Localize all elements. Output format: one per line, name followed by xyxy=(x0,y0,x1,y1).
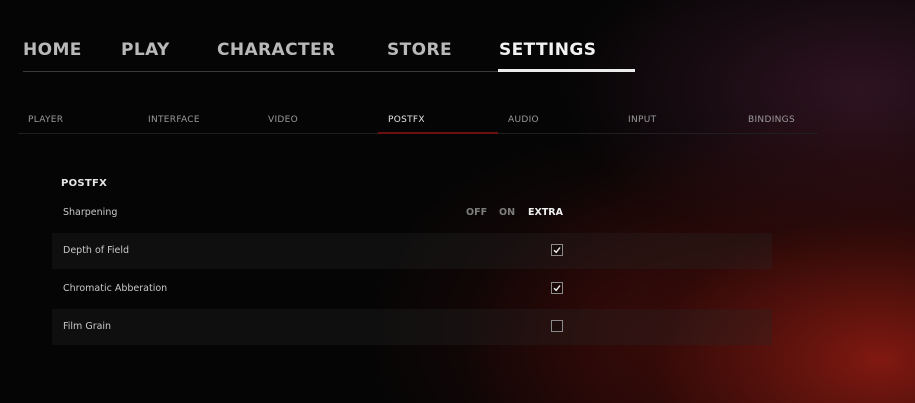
nav-tab-settings[interactable]: SETTINGS xyxy=(499,40,596,64)
subtab-postfx[interactable]: POSTFX xyxy=(378,104,498,134)
checkmark-icon xyxy=(553,285,561,292)
chromatic-abberation-label: Chromatic Abberation xyxy=(63,283,168,294)
subtab-video[interactable]: VIDEO xyxy=(258,104,378,134)
nav-tab-store[interactable]: STORE xyxy=(387,40,452,64)
setting-row-film-grain: Film Grain xyxy=(52,309,772,345)
subtab-player[interactable]: PLAYER xyxy=(18,104,138,134)
sharpening-option-off[interactable]: OFF xyxy=(466,207,487,218)
nav-active-indicator xyxy=(498,69,635,72)
nav-tab-play[interactable]: PLAY xyxy=(121,40,170,64)
subtab-audio[interactable]: AUDIO xyxy=(498,104,618,134)
film-grain-checkbox[interactable] xyxy=(551,320,563,332)
setting-row-sharpening: Sharpening OFF ON EXTRA xyxy=(52,195,772,231)
film-grain-label: Film Grain xyxy=(63,321,112,332)
sharpening-option-on[interactable]: ON xyxy=(499,207,515,218)
chromatic-abberation-checkbox[interactable] xyxy=(551,282,563,294)
setting-row-depth-of-field: Depth of Field xyxy=(52,233,772,269)
sharpening-option-extra[interactable]: EXTRA xyxy=(528,207,563,218)
setting-row-chromatic-abberation: Chromatic Abberation xyxy=(52,271,772,307)
sharpening-label: Sharpening xyxy=(63,207,118,218)
nav-tab-home[interactable]: HOME xyxy=(23,40,82,64)
section-title: POSTFX xyxy=(61,178,108,189)
subtab-interface[interactable]: INTERFACE xyxy=(138,104,258,134)
checkmark-icon xyxy=(553,247,561,254)
subtab-bindings[interactable]: BINDINGS xyxy=(738,104,858,134)
depth-of-field-checkbox[interactable] xyxy=(551,244,563,256)
depth-of-field-label: Depth of Field xyxy=(63,245,130,256)
nav-tab-character[interactable]: CHARACTER xyxy=(217,40,335,64)
main-nav: HOME PLAY CHARACTER STORE SETTINGS xyxy=(0,0,915,74)
subtab-input[interactable]: INPUT xyxy=(618,104,738,134)
settings-subnav: PLAYER INTERFACE VIDEO POSTFX AUDIO INPU… xyxy=(0,104,915,138)
